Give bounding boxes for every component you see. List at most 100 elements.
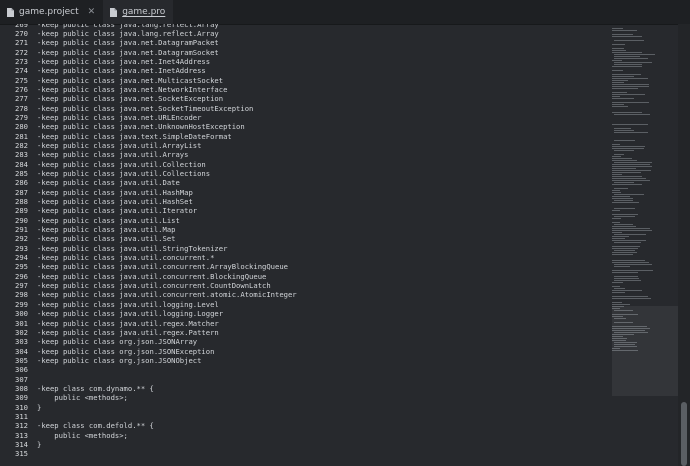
code-line[interactable]: 288 -keep public class java.util.HashSet xyxy=(0,197,605,206)
line-code[interactable]: -keep public class java.util.StringToken… xyxy=(37,244,227,253)
code-line[interactable]: 291 -keep public class java.util.Map xyxy=(0,225,605,234)
code-line[interactable]: 286 -keep public class java.util.Date xyxy=(0,178,605,187)
line-code[interactable]: -keep public class java.util.concurrent.… xyxy=(37,253,214,262)
code-line[interactable]: 311 xyxy=(0,412,605,421)
line-code[interactable]: -keep class com.defold.** { xyxy=(37,421,154,430)
line-code[interactable]: public <methods>; xyxy=(37,393,128,402)
line-number: 270 xyxy=(15,28,28,38)
code-line[interactable]: 275 -keep public class java.net.Multicast… xyxy=(0,76,605,85)
tab-game-project[interactable]: game.project ✕ xyxy=(0,0,104,24)
line-code[interactable]: -keep public class java.util.HashSet xyxy=(37,197,193,206)
line-code[interactable]: -keep public class java.util.regex.Patte… xyxy=(37,328,219,337)
vertical-scrollbar[interactable] xyxy=(678,24,690,466)
scrollbar-thumb[interactable] xyxy=(681,402,687,466)
code-line[interactable]: 303 -keep public class org.json.JSONArray xyxy=(0,337,605,346)
line-code[interactable]: -keep public class java.util.Collection xyxy=(37,160,206,169)
code-line[interactable]: 282 -keep public class java.util.ArrayLis… xyxy=(0,141,605,150)
code-line[interactable]: 292 -keep public class java.util.Set xyxy=(0,234,605,243)
code-line[interactable]: 270 -keep public class java.lang.reflect.… xyxy=(0,29,605,38)
code-line[interactable]: 299 -keep public class java.util.logging.… xyxy=(0,300,605,309)
code-line[interactable]: 308 -keep class com.dynamo.** { xyxy=(0,384,605,393)
code-line[interactable]: 298 -keep public class java.util.concurre… xyxy=(0,290,605,299)
code-line[interactable]: 285 -keep public class java.util.Collecti… xyxy=(0,169,605,178)
line-code[interactable]: -keep public class java.net.Inet4Address xyxy=(37,57,210,66)
code-line[interactable]: 293 -keep public class java.util.StringTo… xyxy=(0,244,605,253)
code-line[interactable]: 278 -keep public class java.net.SocketTim… xyxy=(0,104,605,113)
line-number: 291 xyxy=(15,225,28,235)
code-line[interactable]: 307 xyxy=(0,375,605,384)
code-line[interactable]: 290 -keep public class java.util.List xyxy=(0,216,605,225)
code-line[interactable]: 313 public <methods>; xyxy=(0,431,605,440)
line-code[interactable]: -keep public class java.util.HashMap xyxy=(37,188,193,197)
line-code[interactable]: -keep public class java.util.concurrent.… xyxy=(37,262,288,271)
line-code[interactable]: -keep public class java.util.ArrayList xyxy=(37,141,201,150)
line-code[interactable]: -keep public class java.net.SocketTimeou… xyxy=(37,104,253,113)
code-line[interactable]: 287 -keep public class java.util.HashMap xyxy=(0,188,605,197)
line-code[interactable]: -keep public class java.lang.reflect.Arr… xyxy=(37,29,219,38)
code-line[interactable]: 297 -keep public class java.util.concurre… xyxy=(0,281,605,290)
line-code[interactable]: -keep public class java.util.logging.Log… xyxy=(37,309,223,318)
code-line[interactable]: 310} xyxy=(0,403,605,412)
code-line[interactable]: 302 -keep public class java.util.regex.Pa… xyxy=(0,328,605,337)
minimap[interactable] xyxy=(612,24,678,466)
code-line[interactable]: 309 public <methods>; xyxy=(0,393,605,402)
line-code[interactable]: -keep public class java.util.Iterator xyxy=(37,206,197,215)
code-line[interactable]: 295 -keep public class java.util.concurre… xyxy=(0,262,605,271)
minimap-viewport[interactable] xyxy=(612,306,678,396)
line-code[interactable]: -keep public class java.net.DatagramPack… xyxy=(37,38,219,47)
code-line[interactable]: 315 xyxy=(0,449,605,458)
code-line[interactable]: 301 -keep public class java.util.regex.Ma… xyxy=(0,319,605,328)
line-code[interactable]: -keep public class java.util.Set xyxy=(37,234,175,243)
code-line[interactable]: 283 -keep public class java.util.Arrays xyxy=(0,150,605,159)
line-code[interactable]: -keep public class java.util.Map xyxy=(37,225,175,234)
tab-game-pro[interactable]: game.pro xyxy=(103,0,174,24)
code-line[interactable]: 300 -keep public class java.util.logging.… xyxy=(0,309,605,318)
code-line[interactable]: 312 -keep class com.defold.** { xyxy=(0,421,605,430)
code-line[interactable]: 296 -keep public class java.util.concurre… xyxy=(0,272,605,281)
code-line[interactable]: 294 -keep public class java.util.concurre… xyxy=(0,253,605,262)
code-line[interactable]: 314} xyxy=(0,440,605,449)
line-code[interactable]: -keep public class java.net.NetworkInter… xyxy=(37,85,227,94)
line-code[interactable]: -keep class com.dynamo.** { xyxy=(37,384,154,393)
minimap-line xyxy=(612,240,646,241)
line-code[interactable]: -keep public class org.json.JSONObject xyxy=(37,356,201,365)
line-code[interactable]: -keep public class java.net.InetAddress xyxy=(37,66,206,75)
line-code[interactable]: -keep public class java.util.regex.Match… xyxy=(37,319,219,328)
line-code[interactable]: -keep public class java.util.concurrent.… xyxy=(37,272,266,281)
line-code[interactable]: } xyxy=(37,440,41,449)
code-line[interactable]: 305 -keep public class org.json.JSONObjec… xyxy=(0,356,605,365)
line-code[interactable]: } xyxy=(37,403,41,412)
line-code[interactable]: -keep public class java.net.MulticastSoc… xyxy=(37,76,223,85)
code-line[interactable]: 306 xyxy=(0,365,605,374)
line-code[interactable]: -keep public class java.util.Date xyxy=(37,178,180,187)
code-line[interactable]: 272 -keep public class java.net.DatagramS… xyxy=(0,48,605,57)
code-line[interactable]: 279 -keep public class java.net.URLEncode… xyxy=(0,113,605,122)
line-code[interactable]: -keep public class java.text.SimpleDateF… xyxy=(37,132,232,141)
line-code[interactable]: -keep public class java.util.logging.Lev… xyxy=(37,300,219,309)
code-line[interactable]: 281 -keep public class java.text.SimpleDa… xyxy=(0,132,605,141)
line-code[interactable]: -keep public class java.util.List xyxy=(37,216,180,225)
line-code[interactable]: -keep public class org.json.JSONArray xyxy=(37,337,197,346)
code-line[interactable]: 289 -keep public class java.util.Iterator xyxy=(0,206,605,215)
line-code[interactable]: -keep public class java.util.Arrays xyxy=(37,150,188,159)
line-code[interactable]: -keep public class java.net.UnknownHostE… xyxy=(37,122,245,131)
line-code[interactable]: -keep public class java.net.DatagramSock… xyxy=(37,48,219,57)
close-icon[interactable]: ✕ xyxy=(88,7,96,17)
line-code[interactable]: public <methods>; xyxy=(37,431,128,440)
code-lines[interactable]: 269 -keep public class java.lang.reflect.… xyxy=(0,24,605,459)
code-line[interactable]: 276 -keep public class java.net.NetworkIn… xyxy=(0,85,605,94)
code-line[interactable]: 304 -keep public class org.json.JSONExcep… xyxy=(0,347,605,356)
line-code[interactable]: -keep public class java.util.Collections xyxy=(37,169,210,178)
code-line[interactable]: 277 -keep public class java.net.SocketExc… xyxy=(0,94,605,103)
code-line[interactable]: 280 -keep public class java.net.UnknownHo… xyxy=(0,122,605,131)
line-code[interactable]: -keep public class java.net.URLEncoder xyxy=(37,113,201,122)
code-editor[interactable]: 269 -keep public class java.lang.reflect.… xyxy=(0,24,690,466)
line-code[interactable]: -keep public class java.net.SocketExcept… xyxy=(37,94,223,103)
code-line[interactable]: 273 -keep public class java.net.Inet4Addr… xyxy=(0,57,605,66)
code-line[interactable]: 274 -keep public class java.net.InetAddre… xyxy=(0,66,605,75)
code-line[interactable]: 271 -keep public class java.net.DatagramP… xyxy=(0,38,605,47)
code-line[interactable]: 284 -keep public class java.util.Collecti… xyxy=(0,160,605,169)
line-code[interactable]: -keep public class java.util.concurrent.… xyxy=(37,281,271,290)
line-code[interactable]: -keep public class java.util.concurrent.… xyxy=(37,290,297,299)
line-code[interactable]: -keep public class org.json.JSONExceptio… xyxy=(37,347,214,356)
